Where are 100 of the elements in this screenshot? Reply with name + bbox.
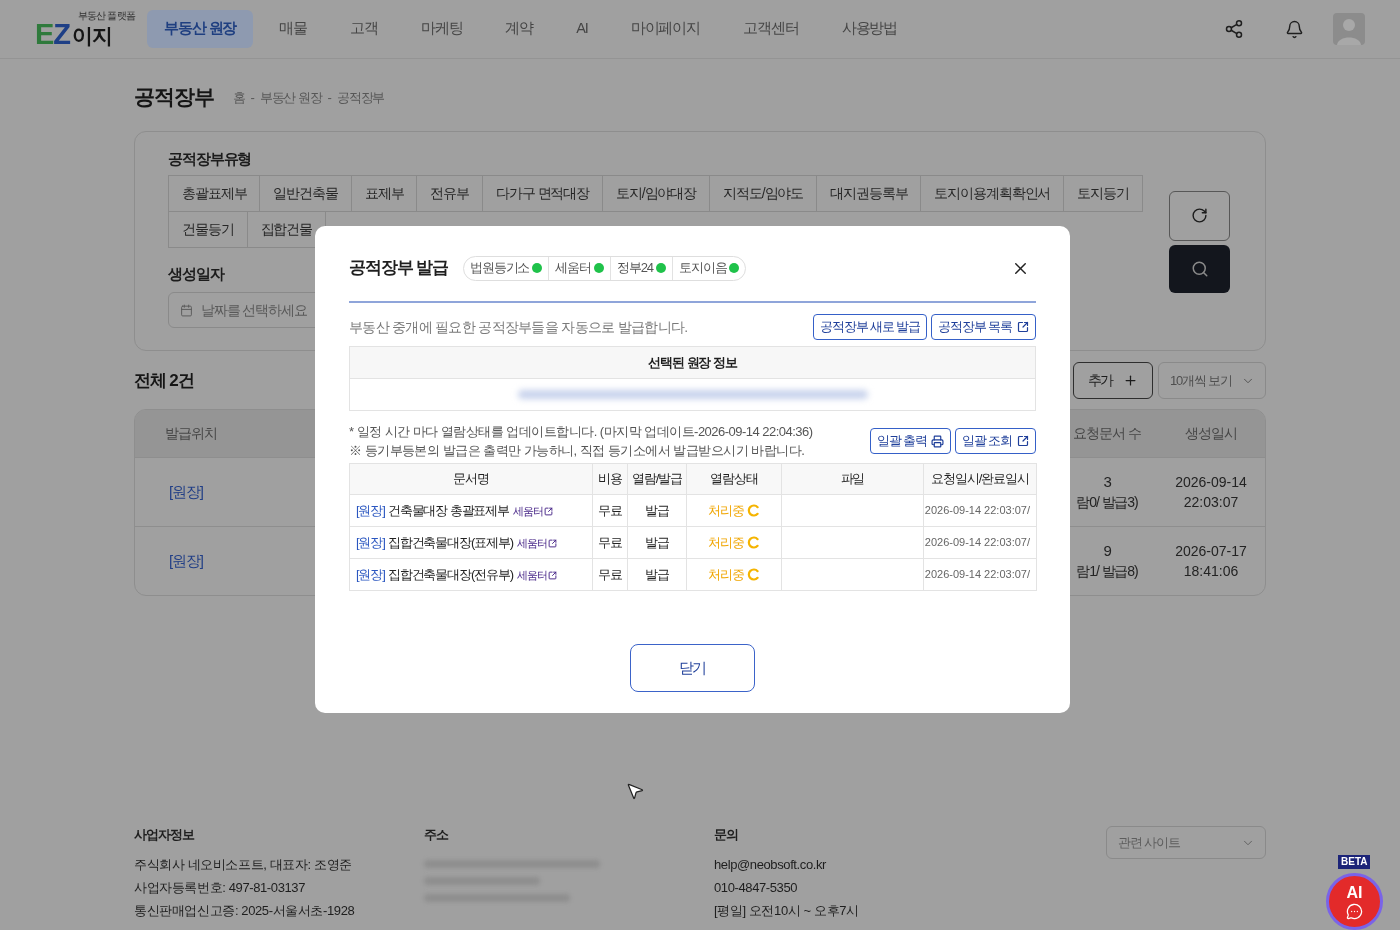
search-button[interactable]: [1169, 244, 1230, 293]
table-cell: 2026-09-14 22:03:07/: [923, 494, 1037, 527]
footer-text: 주식회사 네오비소프트, 대표자: 조영준: [134, 856, 352, 874]
external-link-icon: [543, 506, 553, 516]
status-label: 처리중: [708, 565, 744, 584]
nav-tab[interactable]: 고객: [333, 10, 395, 48]
spinner-icon: [746, 536, 760, 549]
nav-tab[interactable]: 사용방법: [824, 10, 915, 48]
nav-tab[interactable]: 고객센터: [726, 10, 816, 48]
table-cell: 발급: [627, 494, 687, 527]
table-cell: 2026-09-14 22:03:07/: [923, 558, 1037, 591]
dialog-title: 공적장부 발급: [349, 257, 448, 280]
outline-button[interactable]: 일괄 조회: [955, 428, 1036, 454]
outline-button[interactable]: 공적장부 목록: [931, 314, 1036, 340]
table-cell-text: 람0/ 발급3): [1076, 493, 1138, 512]
service-name: 토지이음: [678, 259, 727, 278]
column-header: 열람상태: [686, 463, 782, 495]
chat-bubble-icon: [1346, 902, 1363, 920]
document-type-tab[interactable]: 토지이용계획확인서: [920, 175, 1065, 212]
column-header: 발급위치: [165, 424, 217, 443]
table-cell: 무료: [592, 526, 628, 559]
ledger-tag-link[interactable]: [원장]: [356, 566, 385, 582]
search-icon: [1190, 259, 1209, 278]
document-type-tab[interactable]: 다가구 면적대장: [482, 175, 604, 212]
dialog-close-button[interactable]: 닫기: [630, 644, 755, 692]
table-cell-text: 2026-07-17: [1175, 542, 1247, 561]
column-header: 파일: [781, 463, 924, 495]
column-header: 열람/발급: [627, 463, 687, 495]
logo[interactable]: 부동산 플랫폼 EZ이지: [35, 11, 135, 47]
nav-tab[interactable]: 계약: [488, 10, 551, 48]
ledger-link[interactable]: [원장]: [169, 549, 203, 573]
document-type-tab[interactable]: 전유부: [416, 175, 484, 212]
beta-badge: BETA: [1338, 855, 1371, 869]
footer-text: help@neobsoft.co.kr: [714, 856, 827, 874]
page-title: 공적장부: [134, 84, 214, 111]
table-cell: 3: [1103, 472, 1111, 492]
external-link-icon: [547, 570, 557, 580]
document-type-tab[interactable]: 토지/임야대장: [602, 175, 711, 212]
document-type-tab[interactable]: 일반건축물: [259, 175, 352, 212]
page-size-select[interactable]: 10개씩 보기: [1158, 362, 1266, 399]
table-cell-text: 22:03:07: [1183, 493, 1239, 512]
service-name: 정부24: [616, 259, 653, 278]
source-link[interactable]: 세움터: [516, 534, 557, 552]
table-cell: 발급: [627, 526, 687, 559]
outline-button[interactable]: 일괄 출력: [869, 428, 951, 454]
table-cell-text: 2026-09-14: [1175, 473, 1247, 492]
footer-heading: 사업자정보: [134, 826, 194, 844]
share-button[interactable]: [1223, 18, 1245, 40]
document-type-tab[interactable]: 지적도/임야도: [709, 175, 818, 212]
nav-tab[interactable]: 부동산 원장: [147, 10, 254, 48]
source-link[interactable]: 세움터: [513, 502, 553, 520]
mouse-pointer-icon: [625, 781, 645, 801]
document-name: 건축물대장 총괄표제부: [387, 502, 510, 518]
ledger-link[interactable]: [원장]: [169, 480, 203, 504]
external-link-icon: [1017, 435, 1029, 447]
table-cell-text: 18:41:06: [1183, 562, 1239, 581]
filter-label: 공적장부유형: [168, 149, 252, 169]
nav-tab[interactable]: 마케팅: [403, 10, 480, 48]
note-text: ※ 등기부등본의 발급은 출력만 가능하니, 직접 등기소에서 발급받으시기 바랍니다.: [349, 442, 805, 460]
nav-tab[interactable]: AI: [559, 10, 605, 48]
ai-chat-button[interactable]: AI: [1326, 873, 1383, 930]
calendar-icon: [180, 303, 193, 317]
document-type-tab[interactable]: 건물등기: [168, 211, 248, 248]
column-header: 문서명: [349, 463, 593, 495]
table-cell-text: 람1/ 발급8): [1076, 562, 1138, 581]
spinner-icon: [746, 504, 760, 517]
document-type-tab[interactable]: 표제부: [350, 175, 418, 212]
source-link[interactable]: 세움터: [516, 566, 557, 584]
breadcrumb-separator: -: [250, 89, 254, 108]
document-type-tab[interactable]: 대지권등록부: [816, 175, 922, 212]
nav-tab[interactable]: 매물: [262, 10, 325, 48]
note-text: * 일정 시간 마다 열람상태를 업데이트합니다. (마지막 업데이트-2026-09-14 22:04:36): [349, 423, 813, 441]
column-header: 비용: [592, 463, 628, 495]
outline-button[interactable]: 공적장부 새로 발급: [813, 314, 928, 340]
document-type-tab[interactable]: 총괄표제부: [168, 175, 261, 212]
table-cell: 발급: [627, 558, 687, 591]
add-button[interactable]: 추가: [1073, 362, 1153, 399]
external-link-icon: [547, 538, 557, 548]
dialog-description: 부동산 중개에 필요한 공적장부들을 자동으로 발급합니다.: [349, 317, 688, 337]
table-cell: 무료: [592, 558, 628, 591]
column-header: 요청문서 수: [1072, 424, 1142, 443]
bell-icon: [1284, 19, 1304, 39]
column-header: 생성일시: [1184, 424, 1238, 443]
footer-text: 사업자등록번호: 497-81-03137: [134, 879, 305, 897]
ledger-tag-link[interactable]: [원장]: [356, 534, 385, 550]
spinner-icon: [746, 568, 760, 581]
share-icon: [1224, 19, 1244, 39]
external-link-icon: [1017, 321, 1029, 333]
printer-icon: [931, 434, 944, 448]
breadcrumb-separator: -: [327, 89, 331, 108]
ledger-tag-link[interactable]: [원장]: [356, 502, 385, 518]
table-cell: 2026-09-14 22:03:07/: [923, 526, 1037, 559]
document-type-tab[interactable]: 토지등기: [1063, 175, 1143, 212]
column-header: 요청일시/완료일시: [923, 463, 1037, 495]
document-name: 집합건축물대장(표제부): [387, 534, 513, 550]
table-cell: 무료: [592, 494, 628, 527]
table-cell: 9: [1103, 541, 1111, 561]
footer-heading: 문의: [714, 826, 738, 844]
nav-tab[interactable]: 마이페이지: [613, 10, 718, 48]
service-name: 법원등기소: [469, 259, 530, 278]
